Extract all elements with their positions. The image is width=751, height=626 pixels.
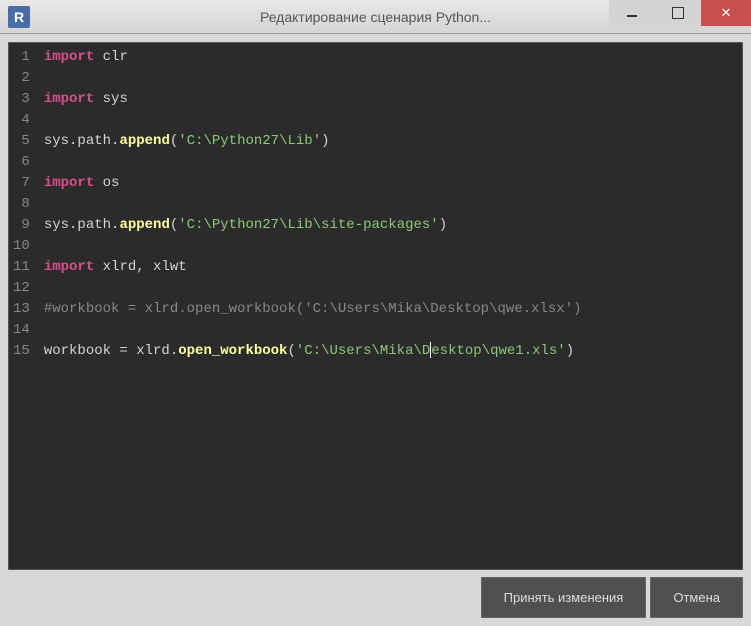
code-line[interactable]: import os bbox=[44, 173, 734, 194]
line-number: 12 bbox=[13, 278, 30, 299]
line-number: 7 bbox=[13, 173, 30, 194]
code-token: append bbox=[119, 133, 169, 149]
code-token: os bbox=[94, 175, 119, 191]
code-token: 'C:\Users\Mika\D bbox=[296, 343, 430, 359]
accept-button[interactable]: Принять изменения bbox=[481, 577, 647, 618]
window-controls bbox=[609, 0, 751, 26]
code-token: #workbook = xlrd.open_workbook('C:\Users… bbox=[44, 301, 582, 317]
code-token: xlrd, xlwt bbox=[94, 259, 186, 275]
line-gutter: 123456789101112131415 bbox=[9, 43, 36, 569]
close-button[interactable] bbox=[701, 0, 751, 26]
line-number: 3 bbox=[13, 89, 30, 110]
code-line[interactable]: workbook = xlrd.open_workbook('C:\Users\… bbox=[44, 341, 734, 362]
code-token: 'C:\Python27\Lib\site-packages' bbox=[178, 217, 438, 233]
line-number: 10 bbox=[13, 236, 30, 257]
code-token: sys.path. bbox=[44, 217, 120, 233]
code-token: ( bbox=[170, 217, 178, 233]
line-number: 15 bbox=[13, 341, 30, 362]
code-token: import bbox=[44, 49, 94, 65]
code-line[interactable]: sys.path.append('C:\Python27\Lib') bbox=[44, 131, 734, 152]
maximize-button[interactable] bbox=[655, 0, 701, 26]
code-token: 'C:\Python27\Lib' bbox=[178, 133, 321, 149]
line-number: 2 bbox=[13, 68, 30, 89]
code-line[interactable] bbox=[44, 320, 734, 341]
code-token: sys.path. bbox=[44, 133, 120, 149]
code-line[interactable] bbox=[44, 68, 734, 89]
app-icon: R bbox=[8, 6, 30, 28]
code-line[interactable]: #workbook = xlrd.open_workbook('C:\Users… bbox=[44, 299, 734, 320]
line-number: 13 bbox=[13, 299, 30, 320]
code-token: ) bbox=[321, 133, 329, 149]
code-line[interactable] bbox=[44, 278, 734, 299]
line-number: 11 bbox=[13, 257, 30, 278]
code-token: import bbox=[44, 91, 94, 107]
code-line[interactable]: import sys bbox=[44, 89, 734, 110]
code-token: open_workbook bbox=[178, 343, 287, 359]
code-token: workbook = xlrd. bbox=[44, 343, 178, 359]
line-number: 1 bbox=[13, 47, 30, 68]
code-token: ) bbox=[439, 217, 447, 233]
cancel-button[interactable]: Отмена bbox=[650, 577, 743, 618]
code-token: esktop\qwe1.xls' bbox=[431, 343, 565, 359]
window-title: Редактирование сценария Python... bbox=[260, 9, 491, 25]
line-number: 9 bbox=[13, 215, 30, 236]
code-line[interactable]: import xlrd, xlwt bbox=[44, 257, 734, 278]
code-line[interactable] bbox=[44, 236, 734, 257]
code-token: sys bbox=[94, 91, 128, 107]
code-line[interactable] bbox=[44, 152, 734, 173]
minimize-button[interactable] bbox=[609, 0, 655, 26]
editor-window: R Редактирование сценария Python... 1234… bbox=[0, 0, 751, 626]
code-line[interactable] bbox=[44, 110, 734, 131]
code-editor[interactable]: 123456789101112131415 import clrimport s… bbox=[8, 42, 743, 570]
code-token: import bbox=[44, 259, 94, 275]
code-token: ( bbox=[170, 133, 178, 149]
button-bar: Принять изменения Отмена bbox=[481, 577, 743, 618]
code-token: ( bbox=[287, 343, 295, 359]
code-token: clr bbox=[94, 49, 128, 65]
line-number: 8 bbox=[13, 194, 30, 215]
titlebar[interactable]: R Редактирование сценария Python... bbox=[0, 0, 751, 34]
line-number: 4 bbox=[13, 110, 30, 131]
code-token: import bbox=[44, 175, 94, 191]
code-token: ) bbox=[566, 343, 574, 359]
code-area[interactable]: import clrimport syssys.path.append('C:\… bbox=[36, 43, 742, 569]
line-number: 5 bbox=[13, 131, 30, 152]
line-number: 14 bbox=[13, 320, 30, 341]
code-token: append bbox=[119, 217, 169, 233]
line-number: 6 bbox=[13, 152, 30, 173]
code-line[interactable] bbox=[44, 194, 734, 215]
code-line[interactable]: sys.path.append('C:\Python27\Lib\site-pa… bbox=[44, 215, 734, 236]
code-line[interactable]: import clr bbox=[44, 47, 734, 68]
